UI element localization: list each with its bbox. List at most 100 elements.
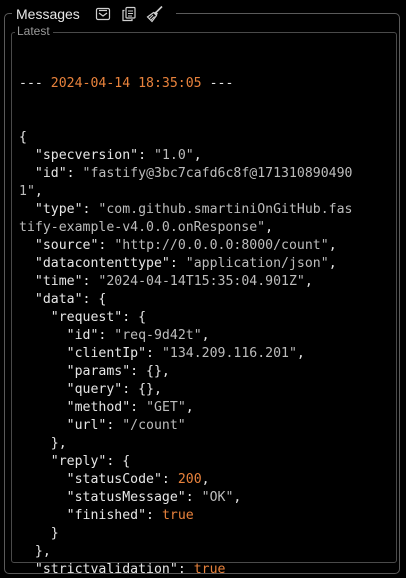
json-punctuation bbox=[19, 508, 67, 523]
log-line: "method": "GET", bbox=[19, 399, 389, 417]
json-string: "2024-04-14T15:35:04.901Z" bbox=[98, 274, 305, 289]
log-line: "url": "/count" bbox=[19, 417, 389, 435]
json-key: "type" bbox=[34, 202, 83, 217]
json-punctuation: : bbox=[185, 490, 202, 505]
json-punctuation bbox=[19, 400, 67, 415]
json-string: "GET" bbox=[146, 400, 186, 415]
log-line: "id": "fastify@3bc7cafd6c8f@171310890490 bbox=[19, 165, 389, 183]
json-punctuation bbox=[19, 328, 67, 343]
json-key: "time" bbox=[34, 274, 83, 289]
json-punctuation: : {}, bbox=[122, 382, 162, 397]
json-punctuation bbox=[19, 202, 35, 217]
log-line: "source": "http://0.0.0.0:8000/count", bbox=[19, 237, 389, 255]
json-punctuation: : bbox=[130, 400, 147, 415]
json-key: "specversion" bbox=[34, 148, 139, 163]
json-punctuation: }, bbox=[19, 436, 67, 451]
json-punctuation: , bbox=[296, 346, 305, 361]
json-string: "fastify@3bc7cafd6c8f@171310890490 bbox=[82, 166, 353, 181]
json-punctuation bbox=[19, 562, 35, 577]
json-punctuation bbox=[19, 364, 67, 379]
log-line: "clientIp": "134.209.116.201", bbox=[19, 345, 389, 363]
json-string: "http://0.0.0.0:8000/count" bbox=[114, 238, 329, 253]
json-punctuation: : bbox=[66, 166, 83, 181]
json-key: "request" bbox=[50, 310, 123, 325]
log-line: "statusMessage": "OK", bbox=[19, 489, 389, 507]
json-key: "statusMessage" bbox=[66, 490, 186, 505]
json-punctuation bbox=[19, 292, 35, 307]
log-line: "finished": true bbox=[19, 507, 389, 525]
log-line: "type": "com.github.smartiniOnGitHub.fas bbox=[19, 201, 389, 219]
json-punctuation: : bbox=[177, 562, 194, 577]
log-line: "reply": { bbox=[19, 453, 389, 471]
json-punctuation: : bbox=[138, 148, 154, 163]
messages-header: Messages bbox=[12, 4, 176, 24]
json-punctuation: , bbox=[185, 400, 194, 415]
json-punctuation bbox=[19, 238, 35, 253]
json-key: "id" bbox=[66, 328, 99, 343]
json-punctuation bbox=[19, 472, 67, 487]
log-line: "id": "req-9d42t", bbox=[19, 327, 389, 345]
log-line: "strictvalidation": true bbox=[19, 561, 389, 578]
json-punctuation: : { bbox=[82, 292, 107, 307]
json-punctuation bbox=[19, 166, 35, 181]
json-punctuation bbox=[19, 490, 67, 505]
json-punctuation bbox=[19, 346, 67, 361]
json-key: "datacontenttype" bbox=[34, 256, 170, 271]
copy-icon[interactable] bbox=[120, 5, 138, 23]
json-punctuation bbox=[19, 256, 35, 271]
panel-title: Messages bbox=[16, 6, 80, 22]
json-key: "id" bbox=[34, 166, 67, 181]
json-string: "1.0" bbox=[154, 148, 194, 163]
json-string: "/count" bbox=[122, 418, 186, 433]
json-punctuation: : { bbox=[122, 310, 147, 325]
json-key: "finished" bbox=[66, 508, 147, 523]
json-string: "application/json" bbox=[185, 256, 329, 271]
json-punctuation bbox=[19, 148, 35, 163]
log-line: }, bbox=[19, 543, 389, 561]
log-line: "params": {}, bbox=[19, 363, 389, 381]
json-string: "OK" bbox=[201, 490, 234, 505]
json-punctuation: }, bbox=[19, 544, 51, 559]
latest-label: Latest bbox=[15, 24, 53, 38]
json-punctuation: , bbox=[34, 184, 43, 199]
json-punctuation: , bbox=[265, 220, 274, 235]
separator-line: --- 2024-04-14 18:35:05 --- bbox=[19, 75, 389, 93]
log-line: 1", bbox=[19, 183, 389, 201]
log-line: tify-example-v4.0.0.onResponse", bbox=[19, 219, 389, 237]
json-string: "com.github.smartiniOnGitHub.fas bbox=[98, 202, 353, 217]
json-punctuation: , bbox=[201, 472, 210, 487]
message-log: --- 2024-04-14 18:35:05 --- { "specversi… bbox=[19, 39, 389, 578]
json-key: "source" bbox=[34, 238, 99, 253]
log-line: "request": { bbox=[19, 309, 389, 327]
json-key: "query" bbox=[66, 382, 123, 397]
log-line: { bbox=[19, 129, 389, 147]
json-punctuation: : bbox=[146, 346, 162, 361]
json-key: "reply" bbox=[50, 454, 107, 469]
json-punctuation: { bbox=[19, 130, 27, 145]
json-punctuation: : bbox=[169, 256, 186, 271]
json-punctuation: : bbox=[82, 274, 99, 289]
log-line: } bbox=[19, 525, 389, 543]
json-punctuation bbox=[19, 274, 35, 289]
separator-suffix: --- bbox=[201, 76, 234, 91]
json-punctuation: : bbox=[106, 418, 123, 433]
json-key: "method" bbox=[66, 400, 131, 415]
json-punctuation: , bbox=[328, 238, 337, 253]
log-line: "query": {}, bbox=[19, 381, 389, 399]
json-punctuation: : bbox=[98, 238, 115, 253]
json-punctuation bbox=[19, 418, 67, 433]
json-punctuation: : bbox=[98, 328, 115, 343]
broom-icon[interactable] bbox=[146, 5, 164, 23]
json-punctuation: , bbox=[304, 274, 313, 289]
messages-window: Messages Latest --- 2024-04-14 18:35:05 … bbox=[0, 0, 406, 578]
log-line: "statusCode": 200, bbox=[19, 471, 389, 489]
json-punctuation: : bbox=[146, 508, 162, 523]
json-punctuation: : bbox=[82, 202, 99, 217]
json-boolean: true bbox=[193, 562, 226, 577]
clear-icon[interactable] bbox=[94, 5, 112, 23]
json-punctuation bbox=[19, 454, 51, 469]
json-punctuation: , bbox=[201, 328, 210, 343]
json-punctuation: : {}, bbox=[130, 364, 170, 379]
json-string: tify-example-v4.0.0.onResponse" bbox=[19, 220, 266, 235]
json-number: 200 bbox=[177, 472, 202, 487]
